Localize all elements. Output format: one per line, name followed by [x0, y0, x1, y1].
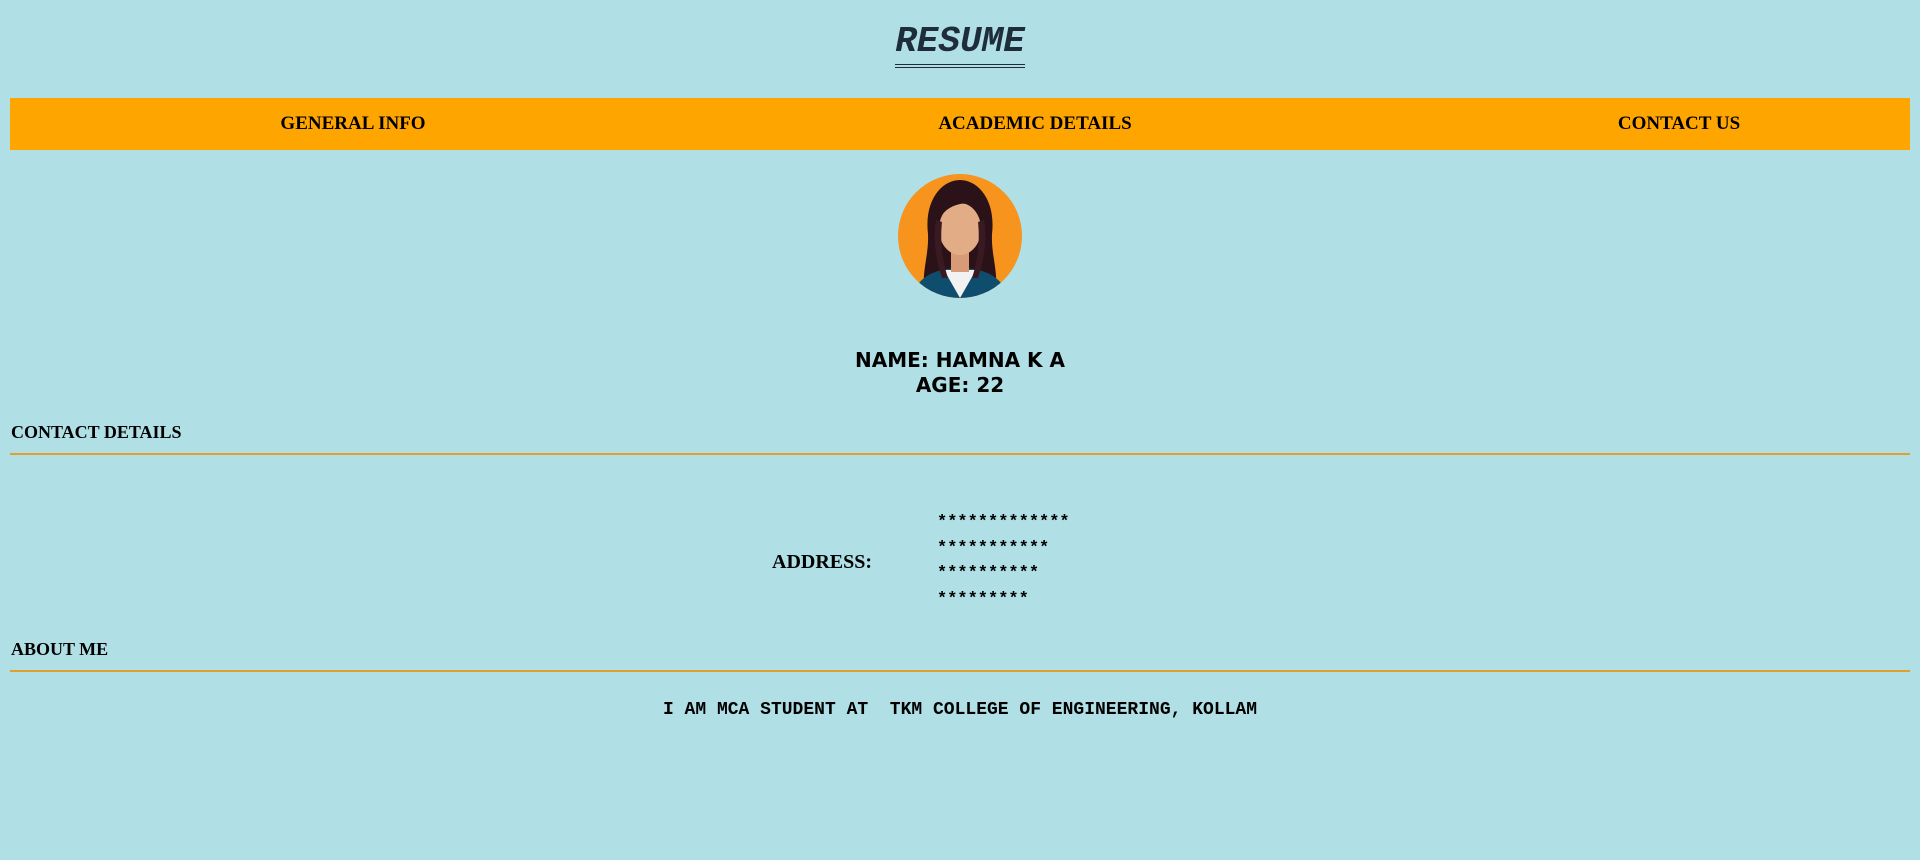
address-line: ***********	[937, 538, 1050, 558]
age-line: AGE: 22	[915, 373, 1005, 397]
contact-details-heading: CONTACT DETAILS	[11, 422, 182, 442]
nav-general-info[interactable]: GENERAL INFO	[280, 98, 425, 150]
navbar: GENERAL INFO ACADEMIC DETAILS CONTACT US	[10, 98, 1910, 150]
about-divider	[10, 670, 1910, 672]
contact-divider	[10, 453, 1910, 455]
profile-info: NAME: HAMNA K A AGE: 22	[0, 348, 1920, 398]
page-title: RESUME	[0, 24, 1920, 68]
woman-avatar-icon	[898, 174, 1022, 298]
nav-contact-us[interactable]: CONTACT US	[1618, 98, 1740, 150]
page-title-text: RESUME	[895, 24, 1025, 68]
nav-academic-details[interactable]: ACADEMIC DETAILS	[938, 98, 1131, 150]
address-label: ADDRESS:	[772, 551, 873, 573]
address-line: *************	[937, 513, 1070, 532]
address-line: *********	[937, 589, 1029, 609]
address-line: **********	[937, 564, 1040, 583]
about-me-heading: ABOUT ME	[11, 639, 109, 659]
name-line: NAME: HAMNA K A	[855, 348, 1065, 372]
address-value: ************* *********** ********** ***…	[937, 510, 1070, 612]
about-text: I AM MCA STUDENT AT TKM COLLEGE OF ENGIN…	[662, 700, 1258, 720]
